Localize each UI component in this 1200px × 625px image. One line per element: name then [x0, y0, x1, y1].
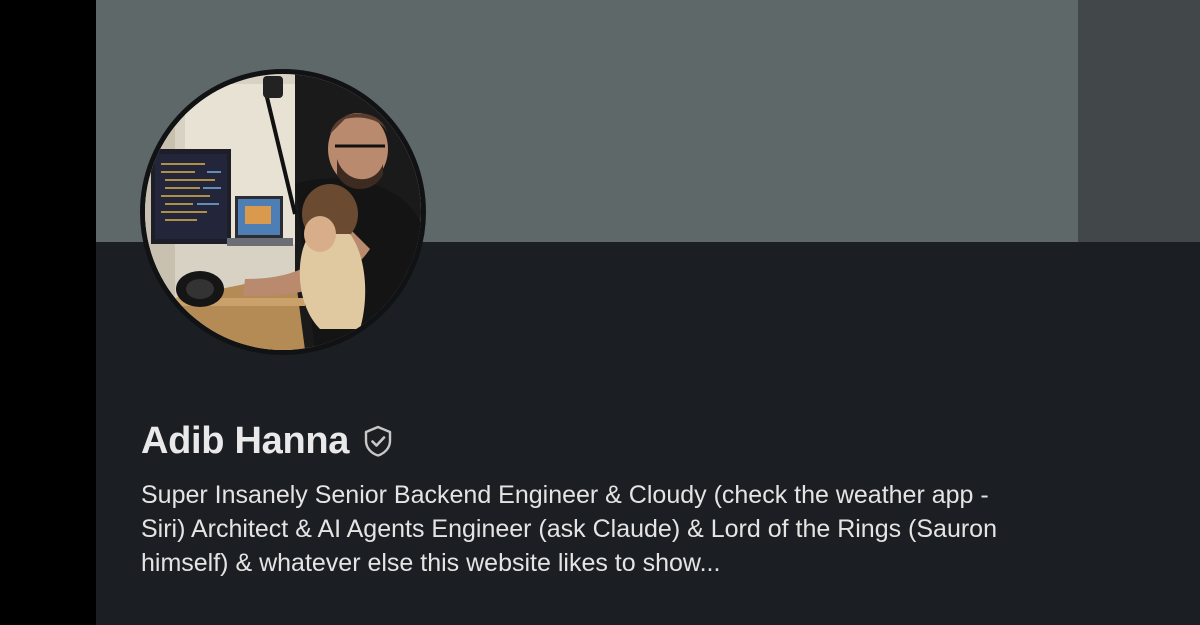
left-gutter — [0, 0, 96, 625]
banner-curve-shape — [616, 0, 1086, 242]
banner-dark-area — [1078, 0, 1200, 242]
profile-avatar[interactable] — [140, 69, 426, 355]
profile-page: Adib Hanna Super Insanely Senior Backend… — [0, 0, 1200, 625]
profile-name-row: Adib Hanna — [141, 417, 395, 465]
avatar-photo — [145, 74, 421, 350]
profile-card: Adib Hanna Super Insanely Senior Backend… — [96, 0, 1200, 625]
verified-shield-check-icon[interactable] — [361, 424, 395, 458]
profile-headline: Super Insanely Senior Backend Engineer &… — [141, 481, 997, 577]
profile-name[interactable]: Adib Hanna — [141, 417, 349, 465]
